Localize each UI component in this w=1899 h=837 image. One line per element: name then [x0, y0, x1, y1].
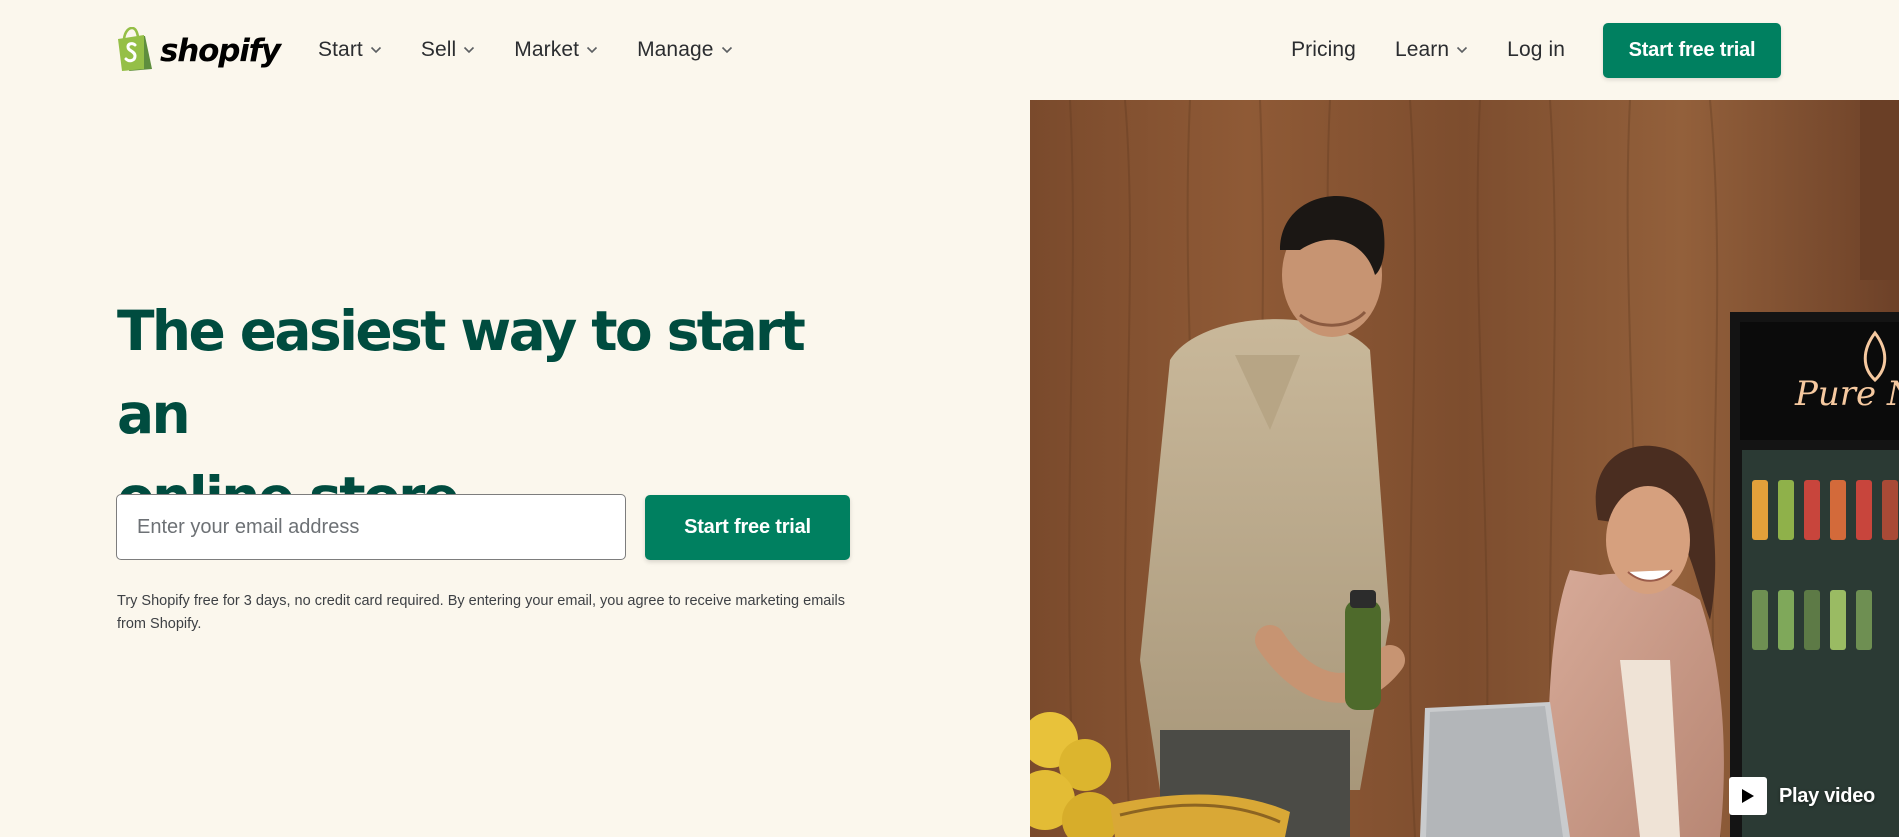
chevron-down-icon [464, 46, 475, 54]
chevron-down-icon [1457, 46, 1468, 54]
secondary-nav: Pricing Learn Log in Start free trial [1252, 0, 1781, 100]
header-start-free-trial-button[interactable]: Start free trial [1603, 22, 1781, 78]
nav-start-label: Start [318, 38, 363, 61]
nav-learn-label: Learn [1394, 38, 1450, 61]
play-icon [1729, 777, 1767, 815]
nav-pricing[interactable]: Pricing [1291, 38, 1356, 62]
nav-manage[interactable]: Manage [637, 38, 733, 62]
nav-sell-label: Sell [420, 38, 457, 61]
fridge-neon-sign: Pure Ne [1794, 374, 1899, 414]
nav-start[interactable]: Start [318, 38, 382, 62]
email-input[interactable] [116, 494, 626, 560]
nav-manage-label: Manage [637, 38, 714, 61]
chevron-down-icon [721, 46, 732, 54]
shopify-logo[interactable]: shopify [116, 27, 281, 71]
laptop [1420, 702, 1570, 837]
shopify-bag-icon [118, 27, 152, 71]
hero-video-poster[interactable]: Pure Ne [1030, 100, 1899, 837]
play-video-label: Play video [1779, 784, 1875, 807]
trial-disclaimer: Try Shopify free for 3 days, no credit c… [117, 593, 846, 632]
primary-nav: Start Sell Market Manage [318, 0, 772, 100]
shopify-logo-text: shopify [160, 32, 281, 69]
chevron-down-icon [586, 46, 598, 54]
hero-start-free-trial-button[interactable]: Start free trial [645, 495, 850, 560]
play-video-button[interactable]: Play video [1729, 776, 1875, 816]
nav-login[interactable]: Log in [1507, 38, 1565, 62]
site-header: shopify Start Sell Market Manage Pricing… [0, 0, 1899, 100]
hero-title-line-1: The easiest way to start an [117, 299, 806, 446]
hero-illustration: Pure Ne [1030, 100, 1899, 837]
juice-bottle-in-hand [1345, 590, 1381, 710]
wall-panel-seam [1860, 100, 1899, 280]
nav-learn[interactable]: Learn [1395, 38, 1468, 62]
nav-sell[interactable]: Sell [421, 38, 475, 62]
chevron-down-icon [370, 46, 381, 54]
nav-market[interactable]: Market [514, 38, 598, 62]
nav-market-label: Market [514, 38, 580, 61]
